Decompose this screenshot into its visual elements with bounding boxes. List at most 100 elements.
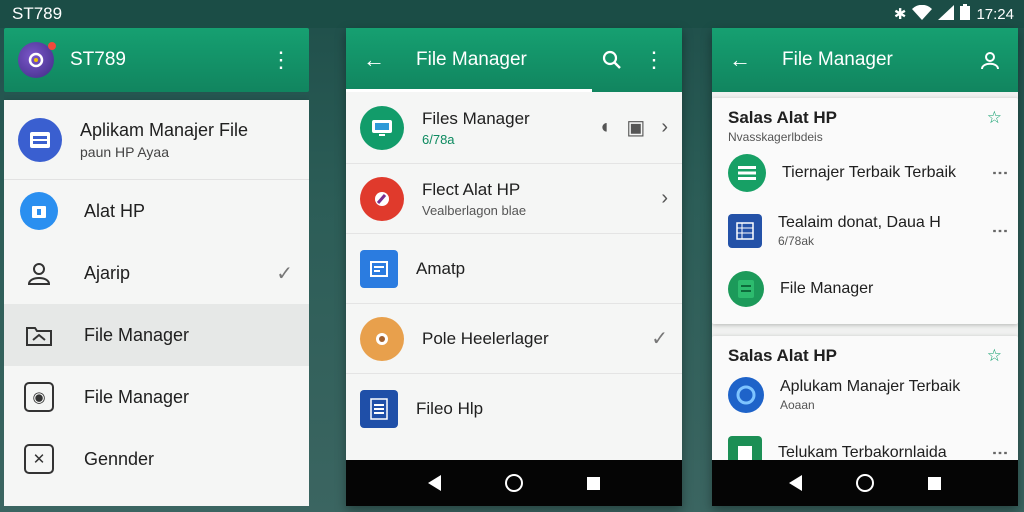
clock: 17:24 [976, 5, 1014, 23]
app-bar: ST789 ⋮ [4, 28, 309, 92]
briefcase-icon[interactable]: ▣ [626, 115, 645, 140]
system-nav-bar [712, 460, 1018, 506]
spreadsheet-icon [728, 214, 762, 248]
circle-app-icon [728, 377, 764, 413]
drawer-item-file-manager-active[interactable]: File Manager [4, 304, 309, 366]
file-manager-cards-panel: ← File Manager Salas Alat HP Nvasskagerl… [712, 28, 1018, 506]
sort-icon[interactable]: ◖ [598, 116, 610, 139]
drawer: Aplikam Manajer File paun HP Ayaa Alat H… [4, 100, 309, 506]
app-title: File Manager [782, 49, 893, 70]
drawer-item-label: Alat HP [84, 200, 146, 221]
drawer-item-label: File Manager [84, 324, 190, 345]
status-bar: ST789 ✱ 17:24 [0, 0, 1024, 28]
card-item-subtitle: 6/78ak [778, 234, 815, 248]
cards-container: Salas Alat HP Nvasskagerlbdeis ☆ Tiernaj… [712, 92, 1018, 488]
card-item-title: File Manager [780, 280, 874, 297]
more-vert-icon[interactable]: ⋮ [991, 445, 1008, 461]
list-item-subtitle: Vealberlagon blae [422, 202, 527, 218]
list-item[interactable]: Amatp [346, 234, 682, 304]
list-item-title: Files Manager [422, 108, 530, 128]
app-bar: ← File Manager ⋮ [346, 28, 682, 92]
overflow-menu-icon[interactable]: ⋮ [640, 46, 668, 74]
wifi-icon [912, 4, 933, 24]
battery-icon [960, 4, 971, 24]
chevron-right-icon[interactable]: › [661, 116, 668, 139]
image-icon-wrap: ✕ [20, 444, 58, 474]
card-title: Salas Alat HP [728, 108, 837, 127]
nav-recents-icon[interactable] [928, 476, 941, 490]
nav-back-icon[interactable] [428, 475, 441, 491]
star-icon[interactable]: ☆ [987, 108, 1002, 128]
file-list: Files Manager 6/78a ◖ ▣ › Flect Alat HP … [346, 92, 682, 460]
system-nav-bar [346, 460, 682, 506]
image-icon: ✕ [24, 444, 54, 474]
list-item[interactable]: Pole Heelerlager ✓ [346, 304, 682, 374]
navigation-drawer-panel: ST789 ⋮ Aplikam Manajer File paun HP Aya… [4, 28, 309, 506]
app-title: File Manager [416, 49, 527, 70]
toolbox-icon [20, 192, 58, 230]
drawer-item-alat-hp[interactable]: Alat HP [4, 180, 309, 242]
drawer-item-ajarip[interactable]: Ajarip ✓ [4, 242, 309, 304]
profile-icon [20, 260, 58, 286]
card-item-title: Tealaim donat, Daua H [778, 214, 941, 231]
checkmark-icon: ✓ [651, 328, 668, 350]
list-item[interactable]: Files Manager 6/78a ◖ ▣ › [346, 92, 682, 164]
list-item-title: Flect Alat HP [422, 179, 521, 199]
app-title: ST789 [70, 49, 126, 70]
card-item-subtitle: Aoaan [780, 398, 815, 412]
folder-icon [20, 323, 58, 347]
drawer-header-subtitle: paun HP Ayaa [80, 143, 170, 160]
checkmark-icon: ✓ [276, 262, 293, 285]
list-icon [728, 154, 766, 192]
overflow-menu-icon[interactable]: ⋮ [267, 46, 295, 74]
nav-home-icon[interactable] [505, 474, 523, 492]
search-icon[interactable] [598, 46, 626, 74]
search-app-icon [360, 316, 404, 361]
status-icons: ✱ 17:24 [894, 4, 1014, 24]
file-manager-list-panel: ← File Manager ⋮ Files Manager 6/78a ◖ ▣… [346, 28, 682, 506]
screen-icon [360, 105, 404, 150]
eye-icon-wrap: ◉ [20, 382, 58, 412]
sheets-icon [728, 271, 764, 307]
more-vert-icon[interactable]: ⋮ [991, 223, 1008, 239]
app-bar: ← File Manager [712, 28, 1018, 92]
card-item-title: Tiernajer Terbaik Terbaik [782, 164, 957, 181]
list-item-title: Amatp [416, 258, 466, 278]
drawer-header[interactable]: Aplikam Manajer File paun HP Ayaa [4, 100, 309, 180]
back-arrow-icon[interactable]: ← [726, 46, 754, 74]
nav-home-icon[interactable] [856, 474, 874, 492]
list-item-title: Fileo Hlp [416, 399, 484, 418]
eye-icon: ◉ [24, 382, 54, 412]
bluetooth-icon: ✱ [893, 6, 907, 23]
star-icon[interactable]: ☆ [987, 346, 1002, 366]
chevron-right-icon[interactable]: › [661, 187, 668, 210]
list-item[interactable]: Fileo Hlp [346, 374, 682, 444]
card-alat-hp: Salas Alat HP Nvasskagerlbdeis ☆ Tiernaj… [712, 98, 1018, 324]
back-arrow-icon[interactable]: ← [360, 46, 388, 74]
drawer-item-label: File Manager [84, 386, 190, 407]
drawer-item-label: Gennder [84, 448, 155, 469]
drawer-item-label: Ajarip [84, 262, 131, 283]
list-doc-icon [360, 390, 398, 428]
drawer-item-gennder[interactable]: ✕ Gennder [4, 428, 309, 490]
status-title: ST789 [12, 4, 63, 23]
list-item-title: Pole Heelerlager [422, 328, 549, 348]
file-manager-app-icon [18, 117, 62, 162]
card-list-item[interactable]: Aplukam Manajer Terbaik Aoaan [728, 366, 1002, 424]
more-vert-icon[interactable]: ⋮ [991, 165, 1008, 181]
card-list-item[interactable]: Tealaim donat, Daua H 6/78ak ⋮ [728, 202, 1008, 260]
app-logo-icon[interactable] [18, 42, 56, 78]
card-title: Salas Alat HP [728, 346, 837, 365]
list-item[interactable]: Flect Alat HP Vealberlagon blae › [346, 164, 682, 234]
list-item-subtitle: 6/78a [422, 131, 455, 147]
tools-icon [360, 176, 404, 221]
signal-icon [938, 4, 955, 24]
account-icon[interactable] [976, 46, 1004, 74]
document-icon [360, 249, 398, 288]
nav-back-icon[interactable] [789, 475, 802, 491]
card-list-item[interactable]: File Manager [728, 260, 1002, 318]
drawer-item-file-manager[interactable]: ◉ File Manager [4, 366, 309, 428]
card-list-item[interactable]: Tiernajer Terbaik Terbaik ⋮ [728, 144, 1008, 202]
drawer-header-title: Aplikam Manajer File [80, 119, 249, 140]
nav-recents-icon[interactable] [587, 476, 600, 490]
